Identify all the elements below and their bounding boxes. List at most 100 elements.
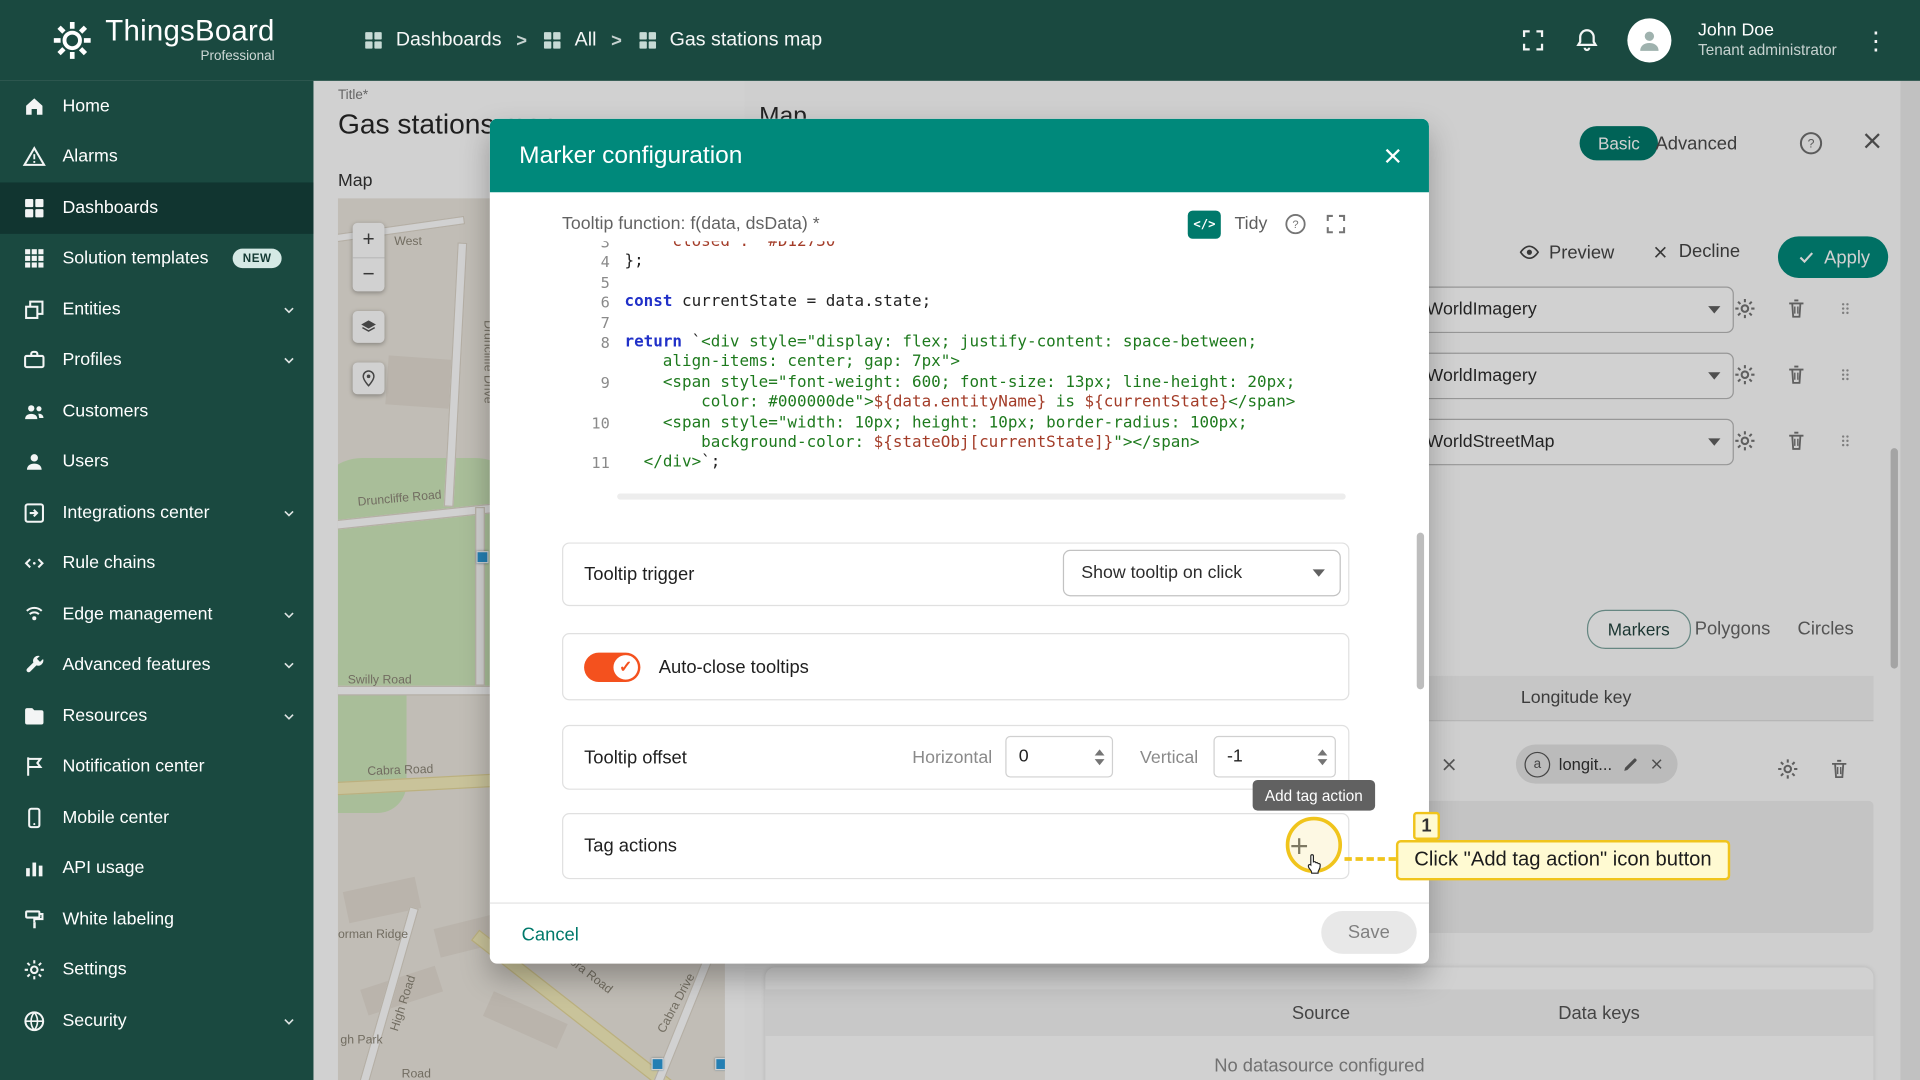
- sidebar-item-rule-chains[interactable]: Rule chains: [0, 538, 313, 589]
- horizontal-label: Horizontal: [912, 748, 992, 768]
- vertical-offset-input[interactable]: [1227, 747, 1313, 767]
- sidebar-item-integrations-center[interactable]: Integrations center: [0, 487, 313, 538]
- sidebar-item-label: Profiles: [62, 351, 121, 371]
- dashboard-grid-icon: [542, 29, 564, 51]
- breadcrumb-separator: >: [516, 30, 527, 51]
- folder-icon: [22, 704, 46, 728]
- paint-icon: [22, 907, 46, 931]
- sidebar-item-api-usage[interactable]: API usage: [0, 843, 313, 894]
- auto-close-toggle[interactable]: ✓: [584, 652, 640, 681]
- phone-icon: [22, 805, 46, 829]
- dashboard-grid-icon: [363, 29, 385, 51]
- line-number: 3: [561, 241, 625, 253]
- sidebar-item-security[interactable]: Security: [0, 996, 313, 1047]
- integrations-icon: [22, 501, 46, 525]
- code-line: 3 'closed': '#D12730': [561, 241, 1351, 253]
- tooltip-offset-label: Tooltip offset: [584, 747, 687, 768]
- sidebar-item-resources[interactable]: Resources: [0, 691, 313, 742]
- alarms-icon: [22, 145, 46, 169]
- globe-icon: [22, 1009, 46, 1033]
- thingsboard-logo-icon: [49, 17, 96, 64]
- line-number: 4: [561, 253, 625, 273]
- tooltip-trigger-label: Tooltip trigger: [584, 564, 694, 585]
- breadcrumb-item-gas-stations-map[interactable]: Gas stations map: [637, 29, 823, 51]
- dialog-header: Marker configuration ×: [490, 119, 1429, 192]
- sidebar-item-notification-center[interactable]: Notification center: [0, 741, 313, 792]
- chevron-down-icon: [1313, 569, 1325, 576]
- chevron-down-icon: [279, 351, 299, 371]
- person-icon: [1634, 26, 1663, 55]
- sidebar-item-label: Home: [62, 96, 109, 116]
- sidebar-item-users[interactable]: Users: [0, 437, 313, 488]
- header-actions: John Doe Tenant administrator ⋮: [1519, 18, 1888, 62]
- line-number: 6: [561, 293, 625, 313]
- stepper-icons[interactable]: [1095, 749, 1105, 765]
- save-button[interactable]: Save: [1321, 911, 1417, 954]
- chevron-down-icon: [279, 605, 299, 625]
- profiles-icon: [22, 348, 46, 372]
- sidebar-item-label: Entities: [62, 300, 120, 320]
- line-number: 7: [561, 313, 625, 333]
- avatar[interactable]: [1627, 18, 1671, 62]
- sidebar-item-white-labeling[interactable]: White labeling: [0, 894, 313, 945]
- sidebar-nav: Home Alarms Dashboards Solution template…: [0, 81, 313, 1080]
- horizontal-offset-field: [1005, 736, 1113, 778]
- sidebar-item-label: Security: [62, 1011, 126, 1031]
- sidebar-item-profiles[interactable]: Profiles: [0, 335, 313, 386]
- home-icon: [22, 94, 46, 118]
- sidebar-item-entities[interactable]: Entities: [0, 284, 313, 335]
- sidebar-item-settings[interactable]: Settings: [0, 945, 313, 996]
- rules-icon: [22, 551, 46, 575]
- breadcrumb-item-all[interactable]: All: [542, 29, 597, 51]
- sidebar-item-advanced-features[interactable]: Advanced features: [0, 640, 313, 691]
- sidebar-item-solution-templates[interactable]: Solution templates NEW: [0, 233, 313, 284]
- stepper-icons[interactable]: [1318, 749, 1328, 765]
- kebab-menu-icon[interactable]: ⋮: [1864, 25, 1888, 56]
- dashboard-grid-icon: [637, 29, 659, 51]
- code-embed-icon[interactable]: </>: [1188, 210, 1221, 238]
- tidy-button[interactable]: Tidy: [1234, 214, 1267, 234]
- sidebar-item-mobile-center[interactable]: Mobile center: [0, 792, 313, 843]
- editor-hscrollbar[interactable]: [617, 493, 1346, 499]
- notifications-bell-icon[interactable]: [1573, 27, 1600, 54]
- annotation-connector: [1344, 857, 1395, 861]
- tooltip-trigger-select[interactable]: Show tooltip on click: [1063, 550, 1341, 597]
- horizontal-offset-input[interactable]: [1019, 747, 1090, 767]
- breadcrumb-item-dashboards[interactable]: Dashboards: [363, 29, 502, 51]
- sidebar-item-alarms[interactable]: Alarms: [0, 132, 313, 183]
- cancel-button[interactable]: Cancel: [512, 917, 589, 953]
- users-icon: [22, 450, 46, 474]
- line-number: 11: [561, 454, 625, 474]
- entities-icon: [22, 297, 46, 321]
- user-name: John Doe: [1698, 21, 1837, 42]
- sidebar-item-label: Customers: [62, 401, 148, 421]
- fullscreen-icon[interactable]: [1519, 27, 1546, 54]
- sidebar-item-dashboards[interactable]: Dashboards: [0, 182, 313, 233]
- dialog-title: Marker configuration: [519, 141, 742, 169]
- help-icon[interactable]: ?: [1283, 212, 1307, 236]
- chart-icon: [22, 856, 46, 880]
- sidebar-item-label: Solution templates: [62, 249, 208, 269]
- line-number: 5: [561, 273, 625, 293]
- wrench-icon: [22, 653, 46, 677]
- line-number: 8: [561, 333, 625, 373]
- chevron-down-icon: [279, 300, 299, 320]
- dialog-close-icon[interactable]: ×: [1383, 140, 1402, 172]
- sidebar-item-label: Integrations center: [62, 503, 209, 523]
- new-badge: NEW: [233, 249, 281, 269]
- flag-icon: [22, 755, 46, 779]
- expand-editor-icon[interactable]: [1324, 212, 1348, 236]
- tooltip-offset-row: Tooltip offset Horizontal Vertical: [562, 725, 1349, 790]
- sidebar-item-customers[interactable]: Customers: [0, 386, 313, 437]
- add-tag-action-tooltip: Add tag action: [1253, 780, 1375, 811]
- thingsboard-app: Title* Gas stations map Map WestDrunclif…: [0, 0, 1920, 1080]
- chevron-down-icon: [279, 655, 299, 675]
- tooltip-function-editor[interactable]: 3 'closed': '#D12730' 4 }; 5 6 const cur…: [561, 241, 1351, 501]
- dialog-scrollbar[interactable]: [1417, 533, 1424, 690]
- annotation-callout: Click "Add tag action" icon button: [1396, 840, 1730, 880]
- footer-divider: [490, 902, 1429, 903]
- sidebar-item-home[interactable]: Home: [0, 81, 313, 132]
- sidebar-item-edge-management[interactable]: Edge management: [0, 589, 313, 640]
- gear-icon: [22, 958, 46, 982]
- sidebar-item-label: Alarms: [62, 147, 117, 167]
